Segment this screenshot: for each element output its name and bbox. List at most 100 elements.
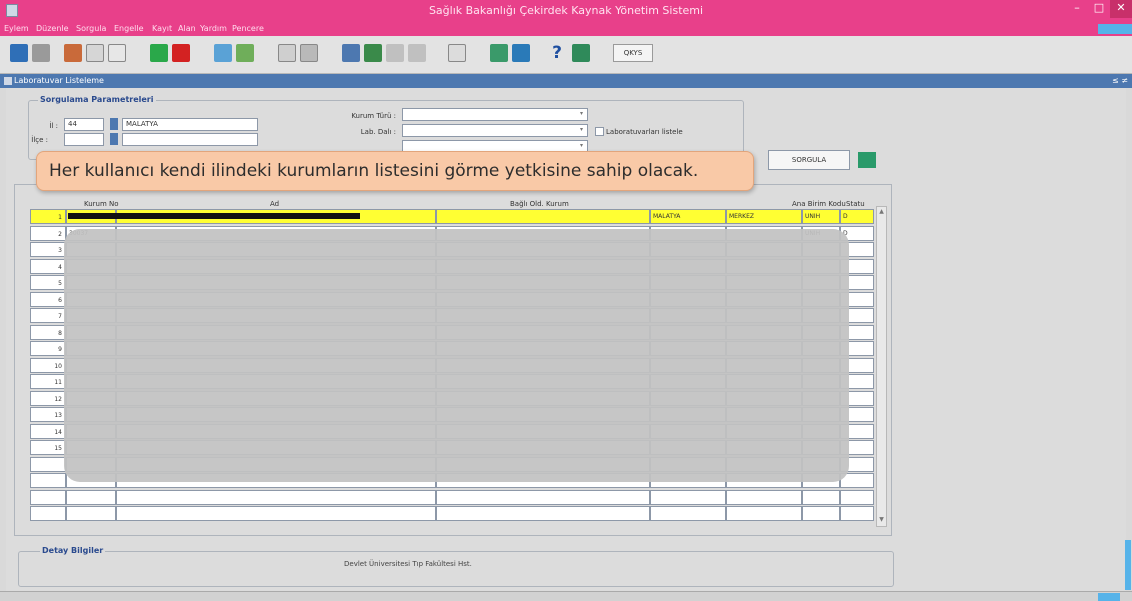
cell-il[interactable]: MALATYA bbox=[650, 209, 726, 224]
table-row[interactable]: 1 MALATYA MERKEZ UNIH D bbox=[30, 209, 874, 226]
col-header-bagli: Bağlı Old. Kurum bbox=[510, 200, 569, 208]
col-header-statu: Statu bbox=[846, 200, 865, 208]
col-header-kurum-no: Kurum No bbox=[84, 200, 119, 208]
cell-statu[interactable]: D bbox=[840, 209, 874, 224]
col-header-ad: Ad bbox=[270, 200, 280, 208]
save-icon[interactable] bbox=[10, 44, 28, 62]
copy-icon[interactable] bbox=[86, 44, 104, 62]
cell-ad[interactable] bbox=[116, 489, 436, 505]
maximize-icon[interactable]: □ bbox=[1088, 0, 1110, 18]
row-number: 13 bbox=[30, 407, 66, 422]
chevron-down-icon: ▾ bbox=[579, 110, 583, 117]
window-controls-icon[interactable]: ≤ ≠ bbox=[1112, 76, 1128, 85]
add-record-icon[interactable] bbox=[150, 44, 168, 62]
menu-item-kayit[interactable]: Kayıt bbox=[152, 24, 172, 33]
ilce-name-field[interactable] bbox=[122, 133, 258, 146]
row-number: 2 bbox=[30, 225, 66, 241]
cell-il[interactable] bbox=[650, 506, 726, 521]
chevron-down-icon: ▾ bbox=[579, 126, 583, 133]
kurum-turu-label: Kurum Türü : bbox=[351, 112, 396, 120]
scroll-up-icon[interactable]: ▲ bbox=[877, 208, 886, 217]
window-title: Sağlık Bakanlığı Çekirdek Kaynak Yönetim… bbox=[428, 4, 704, 17]
minimize-icon[interactable]: – bbox=[1066, 0, 1088, 18]
cell-tip[interactable] bbox=[802, 489, 840, 505]
menu-item-duzenle[interactable]: Düzenle bbox=[36, 24, 69, 33]
lab-list-checkbox-label: Laboratuvarları listele bbox=[606, 128, 683, 136]
menu-item-sorgula[interactable]: Sorgula bbox=[76, 24, 106, 33]
scroll-down-icon[interactable]: ▼ bbox=[877, 516, 886, 525]
table-scrollbar[interactable]: ▲ ▼ bbox=[876, 206, 887, 527]
menu-item-engelle[interactable]: Engelle bbox=[114, 24, 144, 33]
enter-query-icon[interactable] bbox=[278, 44, 296, 62]
cell-ad[interactable] bbox=[116, 506, 436, 521]
cell-kurum-no[interactable] bbox=[66, 506, 116, 521]
row-number: 5 bbox=[30, 275, 66, 290]
toolbar: ? QKYS bbox=[0, 36, 1132, 74]
export-icon[interactable] bbox=[490, 44, 508, 62]
inner-window-title: Laboratuvar Listeleme bbox=[14, 76, 104, 85]
il-name-field[interactable]: MALATYA bbox=[122, 118, 258, 131]
cell-tip[interactable] bbox=[802, 506, 840, 521]
table-row[interactable] bbox=[30, 489, 874, 507]
cell-bagli[interactable] bbox=[436, 209, 650, 224]
table-row[interactable] bbox=[30, 506, 874, 523]
menu-item-pencere[interactable]: Pencere bbox=[232, 24, 264, 33]
il-label: İl : bbox=[49, 122, 58, 130]
excel-export-icon[interactable] bbox=[858, 152, 876, 168]
previous-block-icon[interactable] bbox=[364, 44, 382, 62]
il-lov-button[interactable] bbox=[110, 118, 118, 130]
row-number: 12 bbox=[30, 390, 66, 406]
kurum-turu-select[interactable]: ▾ bbox=[402, 108, 588, 121]
menu-item-eylem[interactable]: Eylem bbox=[4, 24, 29, 33]
row-number: 14 bbox=[30, 423, 66, 439]
print-icon[interactable] bbox=[32, 44, 50, 62]
ilce-code-field[interactable] bbox=[64, 133, 104, 146]
menu-item-alan[interactable]: Alan bbox=[178, 24, 196, 33]
menu-item-yardim[interactable]: Yardım bbox=[200, 24, 227, 33]
row-number: 10 bbox=[30, 357, 66, 373]
ilce-lov-button[interactable] bbox=[110, 133, 118, 145]
excel-icon[interactable] bbox=[512, 44, 530, 62]
qkys-button[interactable]: QKYS bbox=[613, 44, 653, 62]
il-code-field[interactable]: 44 bbox=[64, 118, 104, 131]
next-record-icon[interactable] bbox=[408, 44, 426, 62]
execute-query-icon[interactable] bbox=[300, 44, 318, 62]
search-icon[interactable] bbox=[448, 44, 466, 62]
col-header-ana-birim: Ana Birim Kodu bbox=[792, 200, 846, 208]
cell-tip[interactable]: UNIH bbox=[802, 209, 840, 224]
row-number: 4 bbox=[30, 258, 66, 274]
inner-window-title-bar: Laboratuvar Listeleme ≤ ≠ bbox=[0, 74, 1132, 88]
edit-icon[interactable] bbox=[236, 44, 254, 62]
form-icon bbox=[4, 77, 12, 85]
cell-statu[interactable] bbox=[840, 489, 874, 505]
row-number: 9 bbox=[30, 341, 66, 356]
cell-bagli[interactable] bbox=[436, 489, 650, 505]
lab-list-checkbox[interactable] bbox=[595, 127, 604, 136]
clear-icon[interactable] bbox=[214, 44, 232, 62]
row-number: 3 bbox=[30, 242, 66, 257]
exit-icon[interactable] bbox=[572, 44, 590, 62]
delete-record-icon[interactable] bbox=[172, 44, 190, 62]
cell-ilce[interactable] bbox=[726, 489, 802, 505]
row-number bbox=[30, 473, 66, 488]
first-record-icon[interactable] bbox=[342, 44, 360, 62]
right-edge-indicator bbox=[1125, 540, 1131, 590]
cell-bagli[interactable] bbox=[436, 506, 650, 521]
paste-icon[interactable] bbox=[108, 44, 126, 62]
cut-icon[interactable] bbox=[64, 44, 82, 62]
status-bar bbox=[0, 591, 1132, 601]
detail-group-title: Detay Bilgiler bbox=[40, 546, 106, 555]
row-number: 7 bbox=[30, 308, 66, 323]
lab-dal-select[interactable]: ▾ bbox=[402, 124, 588, 137]
previous-record-icon[interactable] bbox=[386, 44, 404, 62]
help-icon[interactable]: ? bbox=[548, 44, 566, 62]
ilce-label: İlçe : bbox=[31, 136, 48, 144]
cell-ilce[interactable]: MERKEZ bbox=[726, 209, 802, 224]
cell-kurum-no[interactable] bbox=[66, 489, 116, 505]
sorgula-button[interactable]: SORGULA bbox=[768, 150, 850, 170]
cell-ilce[interactable] bbox=[726, 506, 802, 521]
redacted-name-bar bbox=[68, 213, 360, 219]
cell-statu[interactable] bbox=[840, 506, 874, 521]
cell-il[interactable] bbox=[650, 489, 726, 505]
close-icon[interactable]: ✕ bbox=[1110, 0, 1132, 18]
